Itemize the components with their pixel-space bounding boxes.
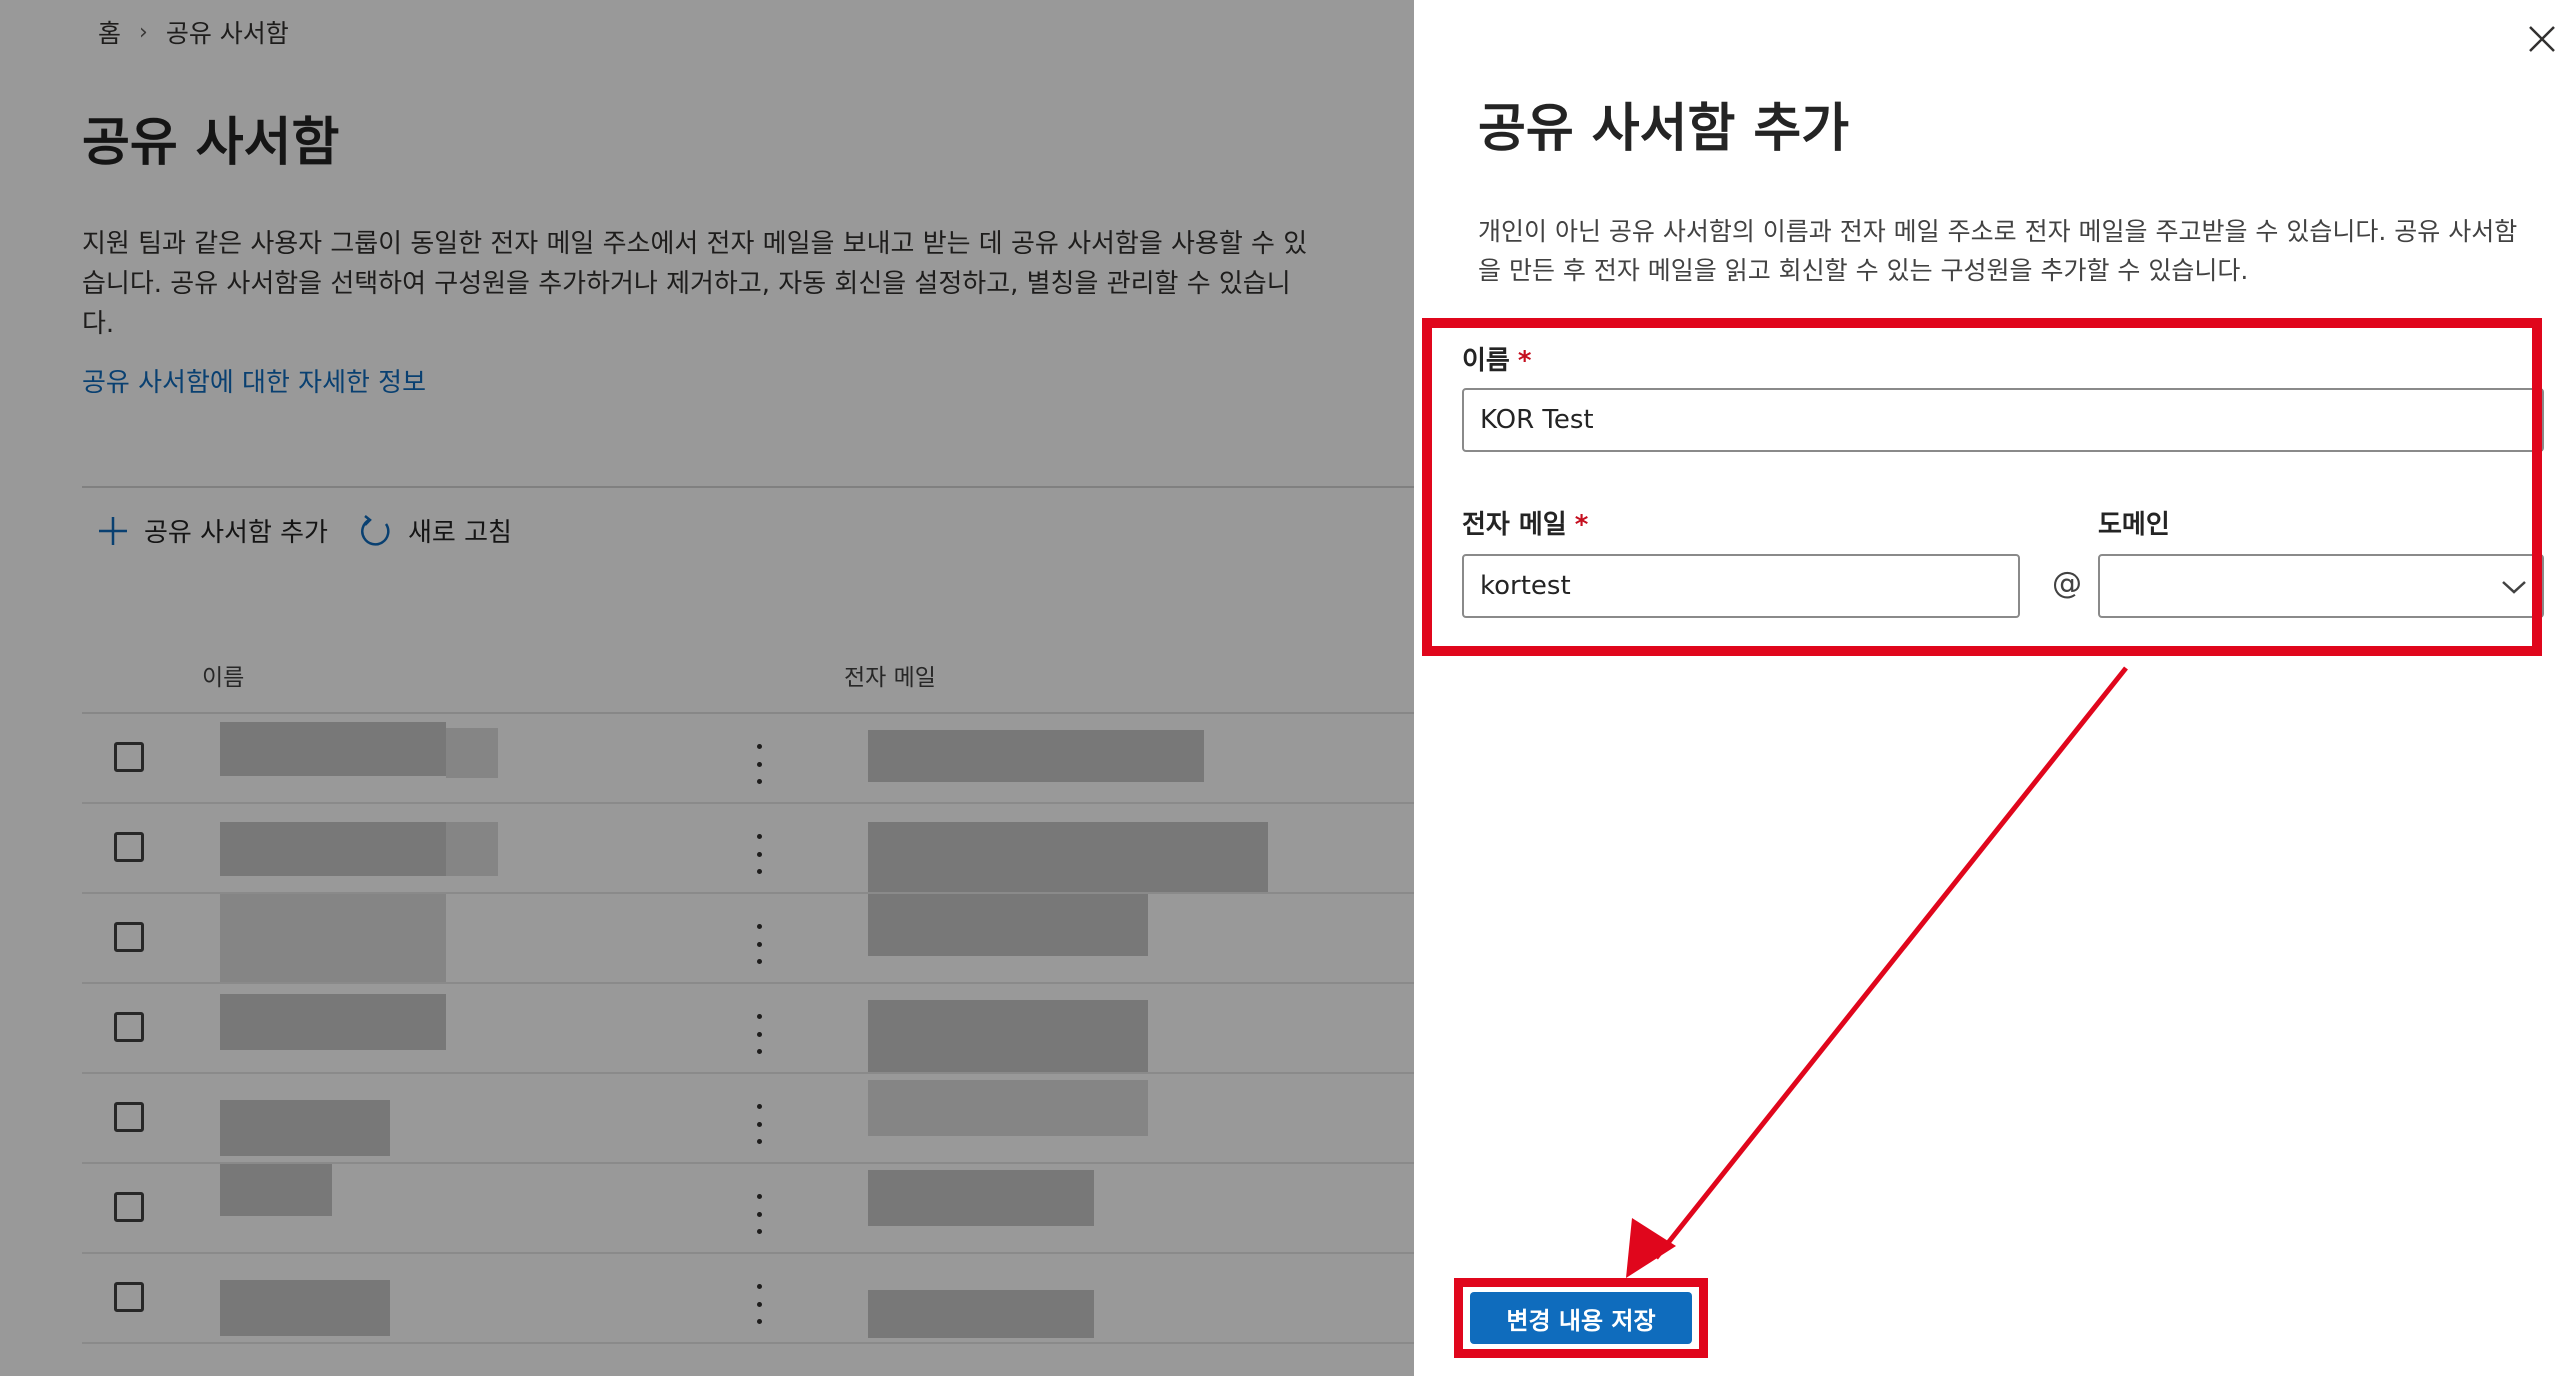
email-input[interactable] xyxy=(1462,554,2020,618)
close-icon[interactable] xyxy=(2525,22,2559,56)
panel-description: 개인이 아닌 공유 사서함의 이름과 전자 메일 주소로 전자 메일을 주고받을… xyxy=(1478,217,2518,285)
required-marker: * xyxy=(1574,510,1589,540)
domain-field-label: 도메인 xyxy=(2098,510,2170,540)
required-marker: * xyxy=(1517,346,1532,376)
name-field-label: 이름 * xyxy=(1462,340,1531,377)
chevron-down-icon xyxy=(2502,581,2526,594)
email-label-text: 전자 메일 xyxy=(1462,510,1567,540)
panel-title: 공유 사서함 추가 xyxy=(1478,99,1850,159)
name-label-text: 이름 xyxy=(1462,346,1510,376)
save-changes-button[interactable]: 변경 내용 저장 xyxy=(1470,1292,1692,1344)
email-field-label: 전자 메일 * xyxy=(1462,504,1588,541)
add-shared-mailbox-panel: 공유 사서함 추가 개인이 아닌 공유 사서함의 이름과 전자 메일 주소로 전… xyxy=(1414,0,2576,1376)
modal-overlay[interactable] xyxy=(0,0,1414,1376)
name-input[interactable] xyxy=(1462,388,2544,452)
at-sign: @ xyxy=(2052,566,2082,601)
domain-select[interactable] xyxy=(2098,554,2544,618)
